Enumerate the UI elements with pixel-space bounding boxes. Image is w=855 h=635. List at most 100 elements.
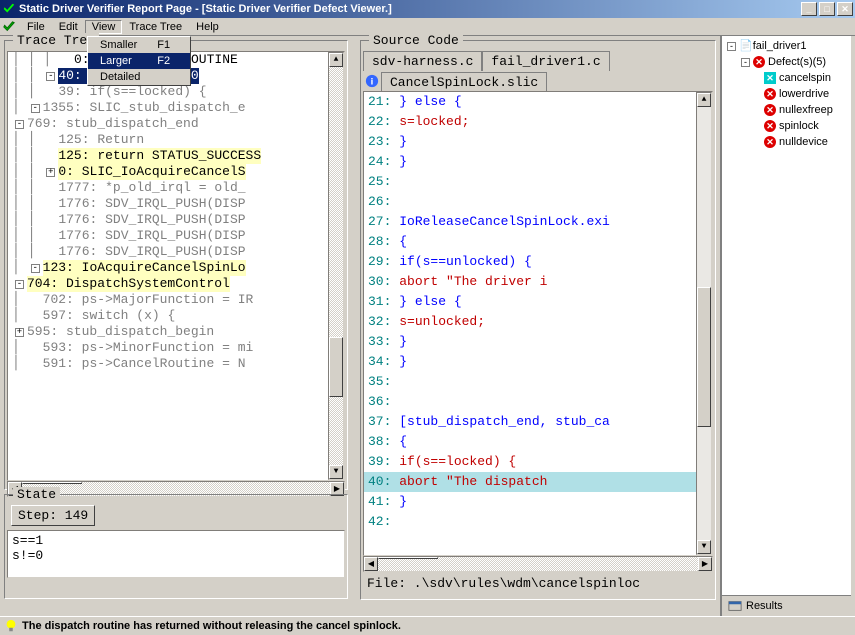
trace-line[interactable]: +595: stub_dispatch_begin bbox=[8, 324, 344, 340]
menu-help[interactable]: Help bbox=[189, 21, 226, 33]
source-line[interactable]: 26: bbox=[364, 192, 712, 212]
trace-line[interactable]: │ │ 125: Return bbox=[8, 132, 344, 148]
trace-line[interactable]: │ -123: IoAcquireCancelSpinLo bbox=[8, 260, 344, 276]
trace-line[interactable]: │ 597: switch (x) { bbox=[8, 308, 344, 324]
expand-icon[interactable]: + bbox=[15, 328, 24, 337]
source-panel: Source Code sdv-harness.c fail_driver1.c… bbox=[360, 40, 716, 600]
menu-file[interactable]: File bbox=[20, 21, 52, 33]
view-dropdown: Smaller F1 Larger F2 Detailed bbox=[87, 36, 191, 86]
expand-icon[interactable]: - bbox=[46, 72, 55, 81]
expand-icon[interactable]: - bbox=[31, 264, 40, 273]
scroll-right-button[interactable]: ▶ bbox=[698, 557, 712, 571]
expand-icon[interactable]: - bbox=[15, 280, 24, 289]
source-tab-active[interactable]: CancelSpinLock.slic bbox=[381, 72, 547, 92]
source-line[interactable]: 37: [stub_dispatch_end, stub_ca bbox=[364, 412, 712, 432]
trace-line[interactable]: │ │ 39: if(s==locked) { bbox=[8, 84, 344, 100]
source-line[interactable]: 24: } bbox=[364, 152, 712, 172]
trace-vscroll[interactable]: ▲ ▼ bbox=[328, 52, 344, 480]
defects-panel: -📄fail_driver1 -✕Defect(s)(5) ✕cancelspi… bbox=[720, 36, 851, 616]
defect-item[interactable]: ✕nulldevice bbox=[724, 134, 849, 150]
expand-icon[interactable]: - bbox=[31, 104, 40, 113]
svg-text:i: i bbox=[371, 77, 374, 88]
results-tab[interactable]: Results bbox=[722, 595, 851, 616]
source-line[interactable]: 28: { bbox=[364, 232, 712, 252]
source-line[interactable]: 30: abort "The driver i bbox=[364, 272, 712, 292]
defect-icon: ✕ bbox=[764, 136, 776, 148]
dropdown-detailed[interactable]: Detailed bbox=[88, 69, 190, 85]
expand-icon[interactable]: - bbox=[741, 58, 750, 67]
state-var: s==1 bbox=[12, 533, 340, 548]
scroll-down-button[interactable]: ▼ bbox=[329, 465, 343, 479]
source-line[interactable]: 31: } else { bbox=[364, 292, 712, 312]
expand-icon[interactable]: + bbox=[46, 168, 55, 177]
menu-view[interactable]: View bbox=[85, 20, 123, 34]
source-title: Source Code bbox=[369, 33, 463, 48]
dropdown-larger[interactable]: Larger F2 bbox=[88, 53, 190, 69]
source-hscroll[interactable]: ◀ ▶ bbox=[363, 556, 713, 572]
window-title: Static Driver Verifier Report Page - [St… bbox=[19, 3, 801, 15]
trace-line[interactable]: │ │ 1776: SDV_IRQL_PUSH(DISP bbox=[8, 228, 344, 244]
source-line[interactable]: 38: { bbox=[364, 432, 712, 452]
source-line[interactable]: 32: s=unlocked; bbox=[364, 312, 712, 332]
defect-icon: ✕ bbox=[764, 104, 776, 116]
source-line[interactable]: 42: bbox=[364, 512, 712, 532]
defects-tree[interactable]: -📄fail_driver1 -✕Defect(s)(5) ✕cancelspi… bbox=[722, 36, 851, 595]
trace-line[interactable]: │ 702: ps->MajorFunction = IR bbox=[8, 292, 344, 308]
source-line[interactable]: 27: IoReleaseCancelSpinLock.exi bbox=[364, 212, 712, 232]
trace-line[interactable]: -704: DispatchSystemControl bbox=[8, 276, 344, 292]
defect-item[interactable]: ✕nullexfreep bbox=[724, 102, 849, 118]
source-line[interactable]: 39: if(s==locked) { bbox=[364, 452, 712, 472]
state-content: s==1 s!=0 bbox=[7, 530, 345, 578]
source-line[interactable]: 36: bbox=[364, 392, 712, 412]
source-line[interactable]: 21: } else { bbox=[364, 92, 712, 112]
source-line[interactable]: 33: } bbox=[364, 332, 712, 352]
close-button[interactable]: ✕ bbox=[837, 2, 853, 16]
menu-trace-tree[interactable]: Trace Tree bbox=[122, 21, 189, 33]
source-vscroll[interactable]: ▲ ▼ bbox=[696, 92, 712, 555]
defect-item[interactable]: ✕spinlock bbox=[724, 118, 849, 134]
source-line[interactable]: 41: } bbox=[364, 492, 712, 512]
step-button[interactable]: Step: 149 bbox=[11, 505, 95, 526]
expand-icon[interactable]: - bbox=[15, 120, 24, 129]
error-icon: ✕ bbox=[753, 56, 765, 68]
trace-tree-content[interactable]: │ │ │ 0: SLIC_ERROR_ROUTINE│ │ -40: SLIC… bbox=[7, 51, 345, 481]
source-line[interactable]: 34: } bbox=[364, 352, 712, 372]
source-line[interactable]: 22: s=locked; bbox=[364, 112, 712, 132]
trace-line[interactable]: │ 593: ps->MinorFunction = mi bbox=[8, 340, 344, 356]
expand-icon[interactable]: - bbox=[727, 42, 736, 51]
source-content[interactable]: 21: } else {22: s=locked;23: }24: }25: 2… bbox=[363, 91, 713, 556]
bulb-icon bbox=[4, 619, 18, 633]
state-var: s!=0 bbox=[12, 548, 340, 563]
source-line[interactable]: 25: bbox=[364, 172, 712, 192]
source-line[interactable]: 35: bbox=[364, 372, 712, 392]
trace-line[interactable]: │ │ 1776: SDV_IRQL_PUSH(DISP bbox=[8, 196, 344, 212]
trace-line[interactable]: │ -1355: SLIC_stub_dispatch_e bbox=[8, 100, 344, 116]
info-icon: i bbox=[365, 74, 379, 88]
source-tab-faildriver[interactable]: fail_driver1.c bbox=[482, 51, 609, 71]
checkmark-icon bbox=[2, 20, 16, 34]
trace-line[interactable]: -769: stub_dispatch_end bbox=[8, 116, 344, 132]
scroll-up-button[interactable]: ▲ bbox=[697, 93, 711, 107]
source-line[interactable]: 29: if(s==unlocked) { bbox=[364, 252, 712, 272]
dropdown-smaller[interactable]: Smaller F1 bbox=[88, 37, 190, 53]
trace-line[interactable]: │ │ 1776: SDV_IRQL_PUSH(DISP bbox=[8, 244, 344, 260]
trace-line[interactable]: │ │ 1777: *p_old_irql = old_ bbox=[8, 180, 344, 196]
scroll-up-button[interactable]: ▲ bbox=[329, 53, 343, 67]
defect-item[interactable]: ✕lowerdrive bbox=[724, 86, 849, 102]
source-line[interactable]: 40: abort "The dispatch bbox=[364, 472, 712, 492]
scroll-down-button[interactable]: ▼ bbox=[697, 540, 711, 554]
source-tab-harness[interactable]: sdv-harness.c bbox=[363, 51, 482, 71]
trace-line[interactable]: │ │ 125: return STATUS_SUCCESS bbox=[8, 148, 344, 164]
defect-item[interactable]: ✕cancelspin bbox=[724, 70, 849, 86]
minimize-button[interactable]: _ bbox=[801, 2, 817, 16]
maximize-button[interactable]: □ bbox=[819, 2, 835, 16]
scroll-left-button[interactable]: ◀ bbox=[364, 557, 378, 571]
trace-line[interactable]: │ │ 1776: SDV_IRQL_PUSH(DISP bbox=[8, 212, 344, 228]
source-line[interactable]: 23: } bbox=[364, 132, 712, 152]
menu-edit[interactable]: Edit bbox=[52, 21, 85, 33]
file-path: File: .\sdv\rules\wdm\cancelspinloc bbox=[363, 572, 713, 595]
app-icon bbox=[2, 2, 16, 16]
trace-line[interactable]: │ │ +0: SLIC_IoAcquireCancelS bbox=[8, 164, 344, 180]
trace-line[interactable]: │ 591: ps->CancelRoutine = N bbox=[8, 356, 344, 372]
defect-icon: ✕ bbox=[764, 88, 776, 100]
